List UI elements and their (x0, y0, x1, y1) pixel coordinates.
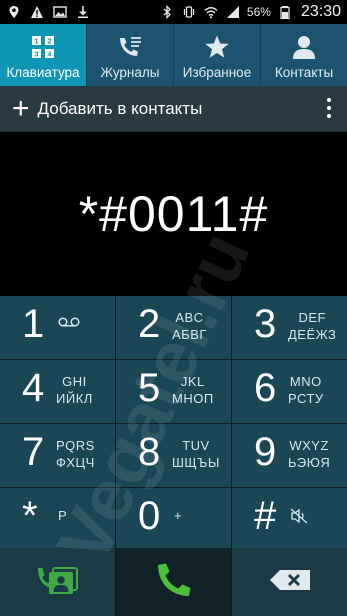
tab-label: Избранное (182, 65, 252, 80)
key-2[interactable]: 2 ABC АБВГ (116, 296, 231, 359)
wifi-icon (203, 4, 219, 20)
keypad: 1 2 ABC АБВГ 3 DEF ДЕЁЖЗ 4 GHI ИЙКЛ 5 JKL МН… (0, 296, 347, 551)
key-5[interactable]: 5 JKL МНОП (116, 360, 231, 423)
add-to-contacts-row[interactable]: + Добавить в контакты (0, 86, 347, 132)
key-digit: 7 (22, 430, 45, 474)
bluetooth-icon (159, 4, 175, 20)
backspace-icon (268, 569, 312, 596)
tab-logs[interactable]: Журналы (87, 24, 174, 86)
key-latin: ABC (175, 310, 204, 325)
key-letters: GHI ИЙКЛ (56, 374, 93, 406)
number-display: *#0011# (0, 132, 347, 296)
key-latin: JKL (180, 374, 205, 389)
key-hash[interactable]: # (232, 488, 347, 551)
battery-percent: 56% (246, 5, 271, 19)
key-letters: MNO РСТУ (288, 374, 324, 406)
action-bar (0, 548, 347, 616)
vibrate-icon (181, 4, 197, 20)
signal-icon (225, 4, 241, 20)
key-digit: * (22, 494, 38, 538)
key-letters: DEF ДЕЁЖЗ (288, 310, 336, 342)
key-latin: PQRS (56, 438, 95, 453)
call-log-icon (117, 32, 143, 62)
key-digit: 0 (138, 494, 161, 538)
contact-card-icon (36, 564, 80, 601)
key-8[interactable]: 8 TUV ШЩЪЫ (116, 424, 231, 487)
key-digit: 9 (254, 430, 277, 474)
clock: 23:30 (300, 3, 341, 20)
key-latin: WXYZ (289, 438, 329, 453)
key-4[interactable]: 4 GHI ИЙКЛ (0, 360, 115, 423)
person-icon (291, 32, 317, 62)
more-options-icon[interactable] (327, 98, 331, 118)
key-latin: GHI (62, 374, 87, 389)
key-cyrillic: ИЙКЛ (56, 391, 93, 406)
key-letters: WXYZ ЬЭЮЯ (288, 438, 330, 470)
tab-favorites[interactable]: Избранное (174, 24, 261, 86)
key-letters: ABC АБВГ (172, 310, 207, 342)
key-digit: 5 (138, 366, 161, 410)
key-cyrillic: ШЩЪЫ (172, 455, 220, 470)
key-letters: JKL МНОП (172, 374, 214, 406)
location-icon (6, 4, 22, 20)
key-cyrillic: ЬЭЮЯ (288, 455, 331, 470)
tab-label: Клавиатура (6, 65, 80, 80)
key-1[interactable]: 1 (0, 296, 115, 359)
call-button[interactable] (116, 548, 231, 616)
key-digit: 2 (138, 302, 161, 346)
star-icon (204, 32, 230, 62)
key-digit: 6 (254, 366, 277, 410)
key-3[interactable]: 3 DEF ДЕЁЖЗ (232, 296, 347, 359)
key-latin: TUV (182, 438, 210, 453)
key-letters: TUV ШЩЪЫ (172, 438, 220, 470)
key-latin: MNO (289, 374, 322, 389)
key-digit: 4 (22, 366, 45, 410)
key-9[interactable]: 9 WXYZ ЬЭЮЯ (232, 424, 347, 487)
phone-icon (154, 560, 194, 605)
key-letters: P (58, 508, 67, 523)
svg-text:3: 3 (34, 50, 38, 59)
key-cyrillic: РСТУ (288, 391, 324, 406)
key-pause: P (58, 508, 68, 523)
key-0[interactable]: 0 + (116, 488, 231, 551)
tab-bar: 1 2 3 4 Клавиатура Журналы Избранное Кон… (0, 24, 347, 86)
tab-label: Журналы (100, 65, 160, 80)
key-digit: 8 (138, 430, 161, 474)
tab-contacts[interactable]: Контакты (261, 24, 347, 86)
tab-keypad[interactable]: 1 2 3 4 Клавиатура (0, 24, 87, 86)
key-7[interactable]: 7 PQRS ФХЦЧ (0, 424, 115, 487)
voicemail-icon (58, 316, 80, 328)
warning-icon (29, 4, 45, 20)
key-cyrillic: ДЕЁЖЗ (288, 327, 337, 342)
key-latin: DEF (298, 310, 326, 325)
add-contact-button[interactable] (0, 548, 115, 616)
dialed-number[interactable]: *#0011# (79, 185, 269, 243)
plus-icon: + (12, 91, 30, 125)
key-digit: 1 (22, 302, 45, 346)
key-star[interactable]: * P (0, 488, 115, 551)
svg-text:2: 2 (47, 37, 51, 46)
key-digit: 3 (254, 302, 277, 346)
key-digit: # (254, 494, 277, 538)
key-letters: PQRS ФХЦЧ (56, 438, 95, 470)
backspace-button[interactable] (232, 548, 347, 616)
svg-text:1: 1 (34, 37, 38, 46)
key-plus: + (174, 508, 183, 523)
key-cyrillic: АБВГ (172, 327, 207, 342)
status-bar: 56% 23:30 (0, 0, 347, 24)
mute-icon (290, 508, 308, 524)
battery-icon (277, 4, 293, 20)
tab-label: Контакты (274, 65, 334, 80)
key-6[interactable]: 6 MNO РСТУ (232, 360, 347, 423)
download-icon (75, 4, 91, 20)
dialpad-icon: 1 2 3 4 (31, 32, 55, 62)
key-cyrillic: ФХЦЧ (56, 455, 95, 470)
key-letters: + (174, 508, 182, 523)
key-cyrillic: МНОП (172, 391, 214, 406)
image-icon (52, 4, 68, 20)
add-to-contacts-label: Добавить в контакты (37, 98, 203, 118)
